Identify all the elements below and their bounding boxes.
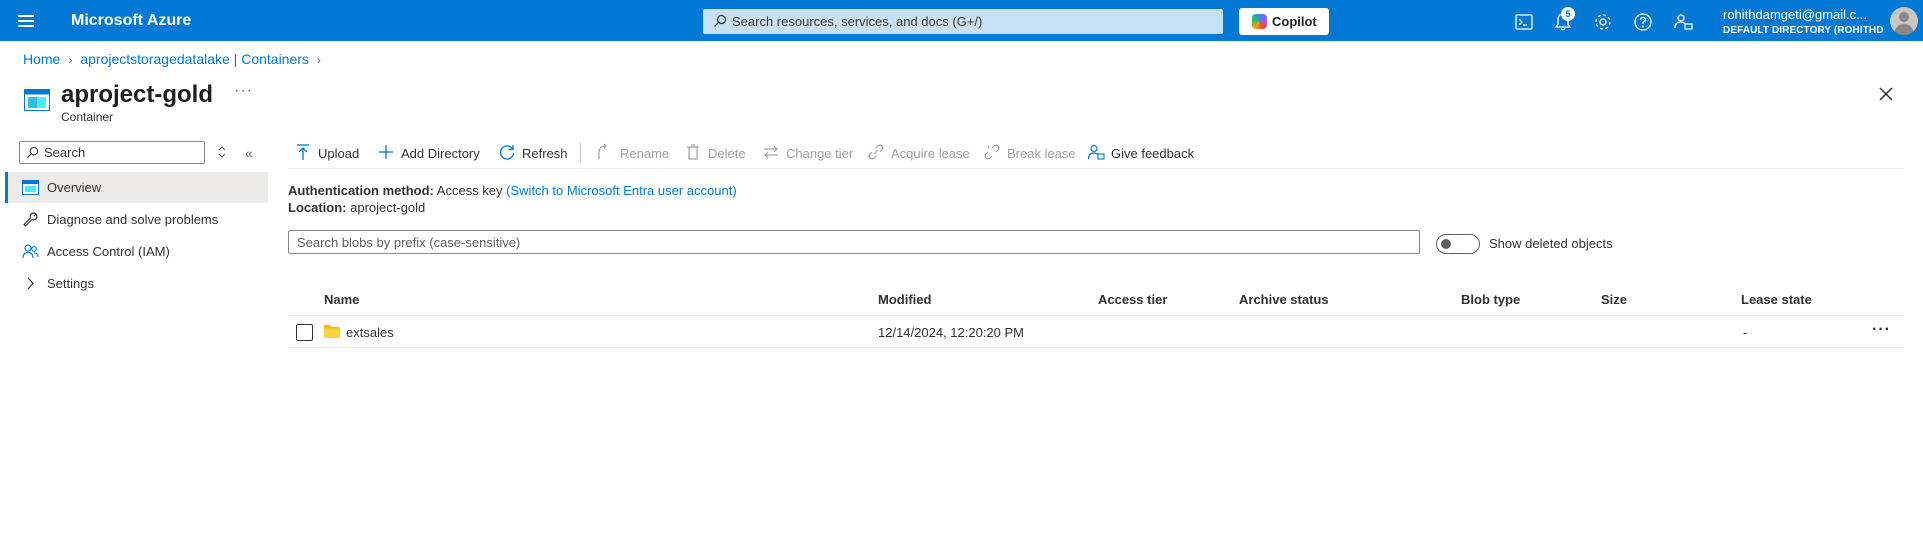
column-header-archive-status[interactable]: Archive status [1239, 292, 1329, 307]
wrench-icon [23, 212, 38, 227]
swap-icon [764, 145, 778, 159]
sidebar-search-input[interactable] [44, 142, 199, 163]
column-header-lease-state[interactable]: Lease state [1741, 292, 1812, 307]
toolbar-divider [580, 143, 581, 163]
blob-lease-state: - [1743, 325, 1748, 340]
page-title: aproject-gold [61, 81, 214, 108]
table-row-divider [288, 347, 1904, 348]
blob-modified: 12/14/2024, 12:20:20 PM [878, 325, 1025, 340]
link-icon [868, 144, 884, 160]
gear-icon[interactable] [1592, 11, 1614, 33]
hamburger-menu-icon[interactable] [14, 10, 40, 32]
search-icon [26, 146, 39, 159]
refresh-icon [499, 145, 515, 160]
sidebar-item-overview[interactable]: Overview [5, 172, 268, 203]
folder-icon [324, 325, 340, 338]
column-header-name[interactable]: Name [324, 292, 359, 307]
row-more-options-icon[interactable]: ··· [1872, 321, 1894, 341]
auth-method-label: Authentication method: [288, 183, 434, 198]
chevron-right-icon [27, 277, 34, 290]
upload-label: Upload [318, 146, 360, 161]
chevron-right-icon: › [316, 53, 321, 67]
copilot-button[interactable]: Copilot [1239, 8, 1329, 35]
search-icon [714, 14, 727, 27]
rename-icon [598, 143, 607, 159]
page-subtitle: Container [61, 110, 114, 124]
change-tier-label: Change tier [786, 146, 854, 161]
sort-icon[interactable] [216, 144, 228, 160]
blob-name[interactable]: extsales [346, 325, 394, 340]
sidebar-item-label: Diagnose and solve problems [47, 212, 219, 227]
help-icon[interactable] [1632, 11, 1654, 33]
toolbar-divider-line [288, 168, 1904, 169]
close-icon[interactable] [1877, 85, 1895, 103]
sidebar-item-label: Settings [47, 276, 94, 291]
break-lease-label: Break lease [1007, 146, 1076, 161]
switch-auth-link[interactable]: (Switch to Microsoft Entra user account) [506, 183, 736, 198]
global-search-input[interactable] [732, 9, 1212, 34]
show-deleted-toggle[interactable] [1436, 234, 1480, 254]
show-deleted-label: Show deleted objects [1489, 236, 1613, 251]
sidebar-item-settings[interactable]: Settings [5, 268, 268, 299]
sidebar-item-label: Access Control (IAM) [47, 244, 170, 259]
broken-link-icon [984, 144, 1000, 160]
feedback-icon[interactable] [1672, 11, 1694, 33]
location-label: Location: [288, 200, 347, 215]
blob-prefix-search-input[interactable] [297, 231, 1407, 253]
chevron-right-icon: › [68, 53, 73, 67]
give-feedback-label: Give feedback [1111, 146, 1195, 161]
column-header-blob-type[interactable]: Blob type [1461, 292, 1520, 307]
plus-icon [379, 145, 393, 159]
people-icon [22, 244, 39, 259]
auth-method-value: Access key [436, 183, 503, 198]
column-header-size[interactable]: Size [1601, 292, 1627, 307]
rename-label: Rename [620, 146, 670, 161]
auth-method-row: Authentication method: Access key (Switc… [288, 183, 737, 198]
copilot-icon [1252, 14, 1267, 29]
delete-label: Delete [708, 146, 746, 161]
sidebar-item-label: Overview [47, 180, 102, 195]
sidebar-item-access-control[interactable]: Access Control (IAM) [5, 236, 268, 267]
portal-brand[interactable]: Microsoft Azure [71, 12, 191, 30]
copilot-label: Copilot [1272, 14, 1317, 29]
upload-icon [297, 144, 309, 160]
container-icon [24, 89, 50, 111]
cloud-shell-icon[interactable] [1513, 11, 1535, 33]
location-row: Location: aproject-gold [288, 200, 425, 215]
column-header-access-tier[interactable]: Access tier [1098, 292, 1167, 307]
more-options-icon[interactable]: ··· [234, 82, 253, 100]
collapse-sidebar-icon[interactable]: « [245, 145, 259, 161]
avatar[interactable] [1890, 7, 1918, 35]
refresh-label: Refresh [522, 146, 568, 161]
table-row[interactable]: extsales 12/14/2024, 12:20:20 PM - ··· [288, 316, 1904, 348]
container-icon [22, 180, 39, 195]
breadcrumb-containers[interactable]: aprojectstoragedatalake | Containers [80, 51, 309, 67]
account-menu[interactable]: rohithdamgeti@gmail.c... DEFAULT DIRECTO… [1723, 7, 1883, 36]
user-email: rohithdamgeti@gmail.c... [1723, 7, 1867, 22]
trash-icon [687, 144, 699, 160]
sidebar-search[interactable] [19, 141, 205, 164]
breadcrumb-home[interactable]: Home [23, 51, 60, 67]
row-checkbox[interactable] [296, 324, 313, 341]
global-search[interactable] [703, 9, 1223, 34]
column-header-modified[interactable]: Modified [878, 292, 931, 307]
sidebar-item-diagnose[interactable]: Diagnose and solve problems [5, 204, 268, 235]
notification-count-badge: 5 [1561, 7, 1575, 21]
feedback-icon [1087, 144, 1105, 160]
user-directory: DEFAULT DIRECTORY (ROHITHD... [1723, 25, 1883, 36]
breadcrumb: Home › aprojectstoragedatalake | Container… [23, 51, 329, 67]
acquire-lease-label: Acquire lease [891, 146, 970, 161]
add-directory-label: Add Directory [401, 146, 480, 161]
command-bar: Upload Add Directory Refresh Rename Dele… [288, 139, 1904, 167]
location-value: aproject-gold [350, 200, 426, 215]
top-nav-bar: Microsoft Azure Copilot 5 rohithdamgeti@… [0, 0, 1923, 41]
blob-prefix-search[interactable] [288, 230, 1420, 254]
